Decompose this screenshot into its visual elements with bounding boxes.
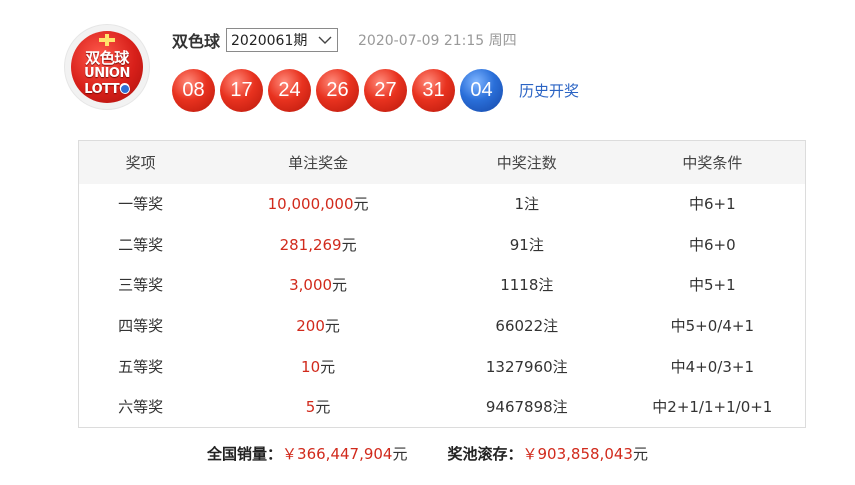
red-ball-3: 24	[268, 68, 311, 112]
prize-level: 二等奖	[118, 235, 164, 254]
column-header-amount: 单注奖金	[202, 140, 434, 184]
table-row: 一等奖 10,000,000元 1注 中6+1	[79, 184, 806, 225]
red-ball-1: 08	[172, 68, 215, 112]
sales-value: ￥366,447,904	[282, 445, 393, 463]
prize-table: 奖项 单注奖金 中奖注数 中奖条件 一等奖 10,000,000元 1注 中6+…	[78, 140, 806, 428]
logo-text-lotto: LOTTO	[84, 82, 130, 97]
prize-amount: 5	[305, 398, 316, 417]
win-condition: 中6+1	[689, 195, 736, 214]
issue-selected-value: 2020061期	[231, 33, 308, 49]
prize-unit: 元	[315, 398, 331, 417]
prize-amount-cell: 200元	[202, 305, 434, 346]
prize-level: 五等奖	[118, 357, 164, 376]
chevron-down-icon	[318, 36, 332, 44]
table-header-row: 奖项 单注奖金 中奖注数 中奖条件	[78, 140, 806, 184]
table-row: 四等奖 200元 66022注 中5+0/4+1	[79, 305, 806, 346]
red-ball-4: 26	[316, 68, 359, 112]
prize-unit: 元	[332, 276, 348, 295]
logo-badge: 双色球 UNION LOTTO	[71, 31, 143, 103]
pool-unit: 元	[632, 445, 648, 463]
logo-cross-icon	[99, 34, 115, 46]
prize-unit: 元	[324, 317, 340, 336]
win-condition: 中5+1	[689, 276, 736, 295]
red-ball-5: 27	[364, 68, 407, 112]
pool-label: 奖池滚存：	[447, 445, 523, 463]
union-lotto-logo: 双色球 UNION LOTTO	[64, 24, 150, 110]
logo-ball-icon	[120, 84, 130, 94]
prize-amount-cell: 281,269元	[202, 224, 434, 265]
sales-unit: 元	[392, 445, 408, 463]
prize-amount: 281,269	[279, 235, 342, 254]
table-row: 二等奖 281,269元 91注 中6+0	[79, 224, 806, 265]
draw-header: 双色球 UNION LOTTO 双色球 2020061期 2020-07-09 …	[60, 20, 820, 120]
column-header-count: 中奖注数	[433, 140, 620, 184]
prize-amount-cell: 10元	[202, 346, 434, 387]
prize-level: 六等奖	[118, 398, 164, 417]
prize-amount-cell: 3,000元	[202, 265, 434, 306]
prize-level: 三等奖	[118, 276, 164, 295]
prize-unit: 元	[341, 235, 357, 254]
win-condition: 中4+0/3+1	[670, 357, 755, 376]
prize-amount-cell: 10,000,000元	[202, 184, 434, 225]
red-ball-2: 17	[220, 68, 263, 112]
win-condition: 中2+1/1+1/0+1	[652, 398, 773, 417]
issue-select[interactable]: 2020061期	[226, 28, 339, 52]
prize-unit: 元	[320, 357, 336, 376]
table-row: 三等奖 3,000元 1118注 中5+1	[79, 265, 806, 306]
win-condition: 中5+0/4+1	[670, 317, 755, 336]
draw-datetime: 2020-07-09 21:15 周四	[358, 33, 517, 49]
logo-text-cn: 双色球	[85, 49, 129, 67]
prize-amount: 3,000	[289, 276, 333, 295]
winning-numbers: 08 17 24 26 27 31 04 历史开奖	[172, 68, 579, 112]
column-header-condition: 中奖条件	[619, 140, 806, 184]
sales-label: 全国销量：	[207, 445, 283, 463]
winner-count: 91注	[509, 235, 544, 254]
prize-amount: 200	[296, 317, 325, 336]
pool-value: ￥903,858,043	[522, 445, 633, 463]
red-ball-6: 31	[412, 68, 455, 112]
winner-count: 9467898注	[485, 398, 568, 417]
table-row: 五等奖 10元 1327960注 中4+0/3+1	[79, 346, 806, 387]
column-header-level: 奖项	[78, 140, 203, 184]
winner-count: 1327960注	[485, 357, 568, 376]
win-condition: 中6+0	[689, 235, 736, 254]
table-row: 六等奖 5元 9467898注 中2+1/1+1/0+1	[79, 386, 806, 427]
logo-text-union: UNION	[84, 66, 130, 81]
winner-count: 1118注	[500, 276, 554, 295]
prize-amount: 10,000,000	[267, 195, 354, 214]
sales-summary: 全国销量：￥366,447,904元 奖池滚存：￥903,858,043元	[0, 443, 855, 464]
blue-ball: 04	[460, 68, 503, 112]
winner-count: 66022注	[495, 317, 559, 336]
prize-amount-cell: 5元	[202, 386, 434, 427]
prize-unit: 元	[353, 195, 369, 214]
prize-amount: 10	[301, 357, 321, 376]
prize-level: 一等奖	[118, 195, 164, 214]
game-name: 双色球	[172, 32, 221, 51]
history-draws-link[interactable]: 历史开奖	[519, 80, 579, 101]
winner-count: 1注	[514, 195, 540, 214]
prize-level: 四等奖	[118, 317, 164, 336]
title-row: 双色球 2020061期 2020-07-09 21:15 周四	[172, 26, 517, 54]
